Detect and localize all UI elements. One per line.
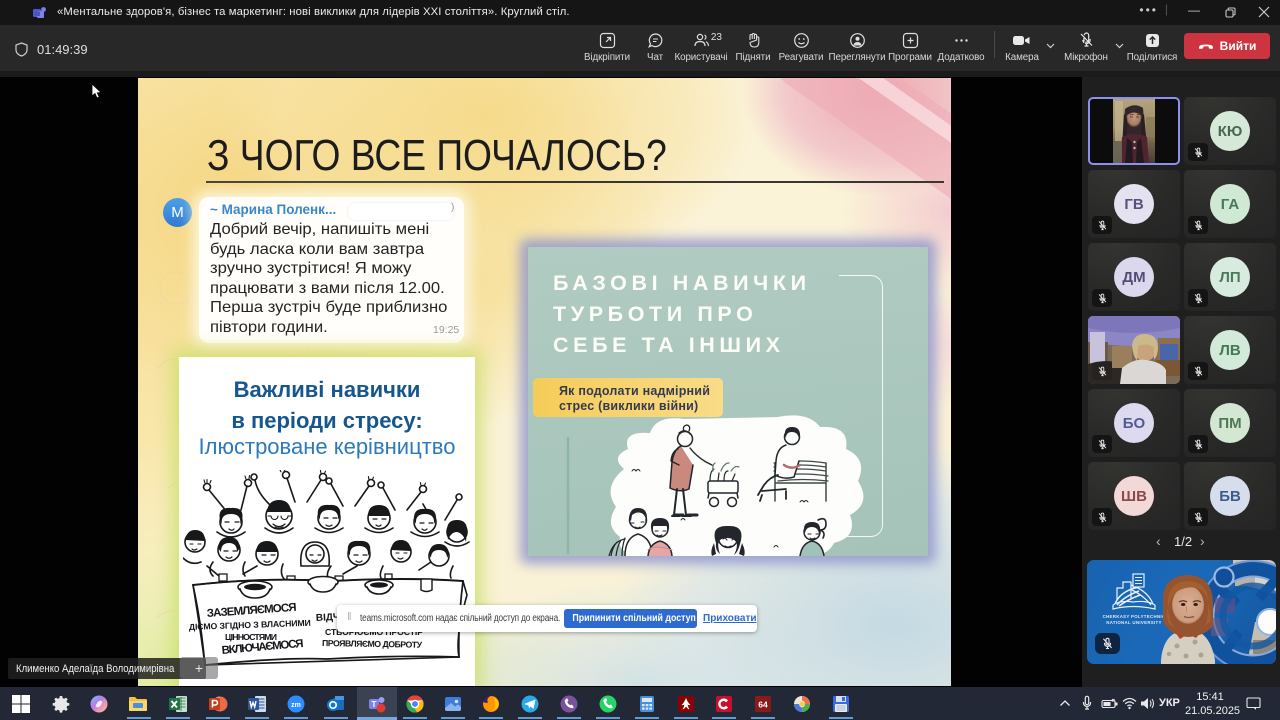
svg-text:CHERKASY POLYTECHNIC: CHERKASY POLYTECHNIC (1103, 614, 1166, 619)
svg-text:NATIONAL UNIVERSITY: NATIONAL UNIVERSITY (1106, 620, 1162, 625)
svg-text:zm: zm (291, 702, 301, 709)
svg-text:ПРОЯВЛЯЄМО ДОБРОТУ: ПРОЯВЛЯЄМО ДОБРОТУ (322, 638, 423, 650)
svg-text:64: 64 (758, 700, 768, 710)
svg-text:T: T (372, 700, 377, 709)
